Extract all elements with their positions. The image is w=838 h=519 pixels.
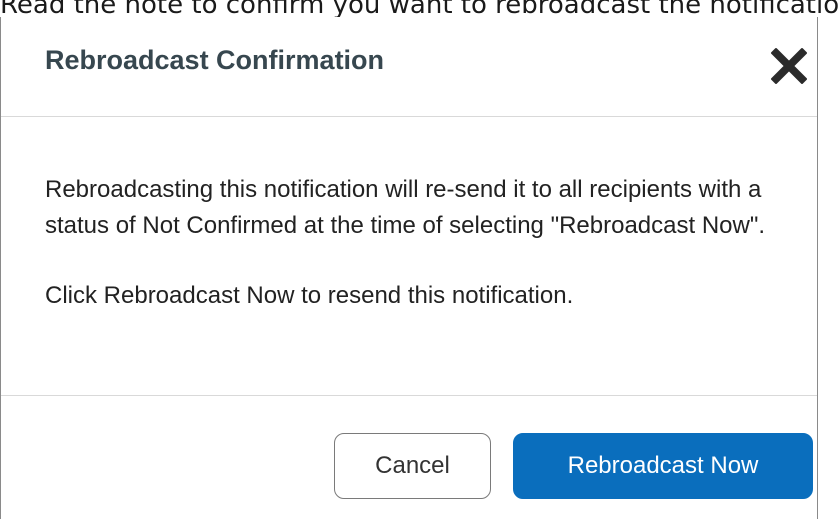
dialog-title: Rebroadcast Confirmation (45, 45, 385, 75)
dialog-body: Rebroadcasting this notification will re… (45, 172, 785, 314)
rebroadcast-confirmation-dialog: Rebroadcast Confirmation Rebroadcasting … (0, 17, 818, 519)
rebroadcast-warning-text: Rebroadcasting this notification will re… (45, 176, 766, 239)
close-icon[interactable] (769, 44, 809, 84)
dialog-header: Rebroadcast Confirmation (1, 17, 817, 117)
rebroadcast-now-button[interactable]: Rebroadcast Now (513, 433, 813, 499)
footer-divider (1, 395, 817, 396)
rebroadcast-instruction-text: Click Rebroadcast Now to resend this not… (45, 282, 574, 309)
cancel-button[interactable]: Cancel (334, 433, 491, 499)
